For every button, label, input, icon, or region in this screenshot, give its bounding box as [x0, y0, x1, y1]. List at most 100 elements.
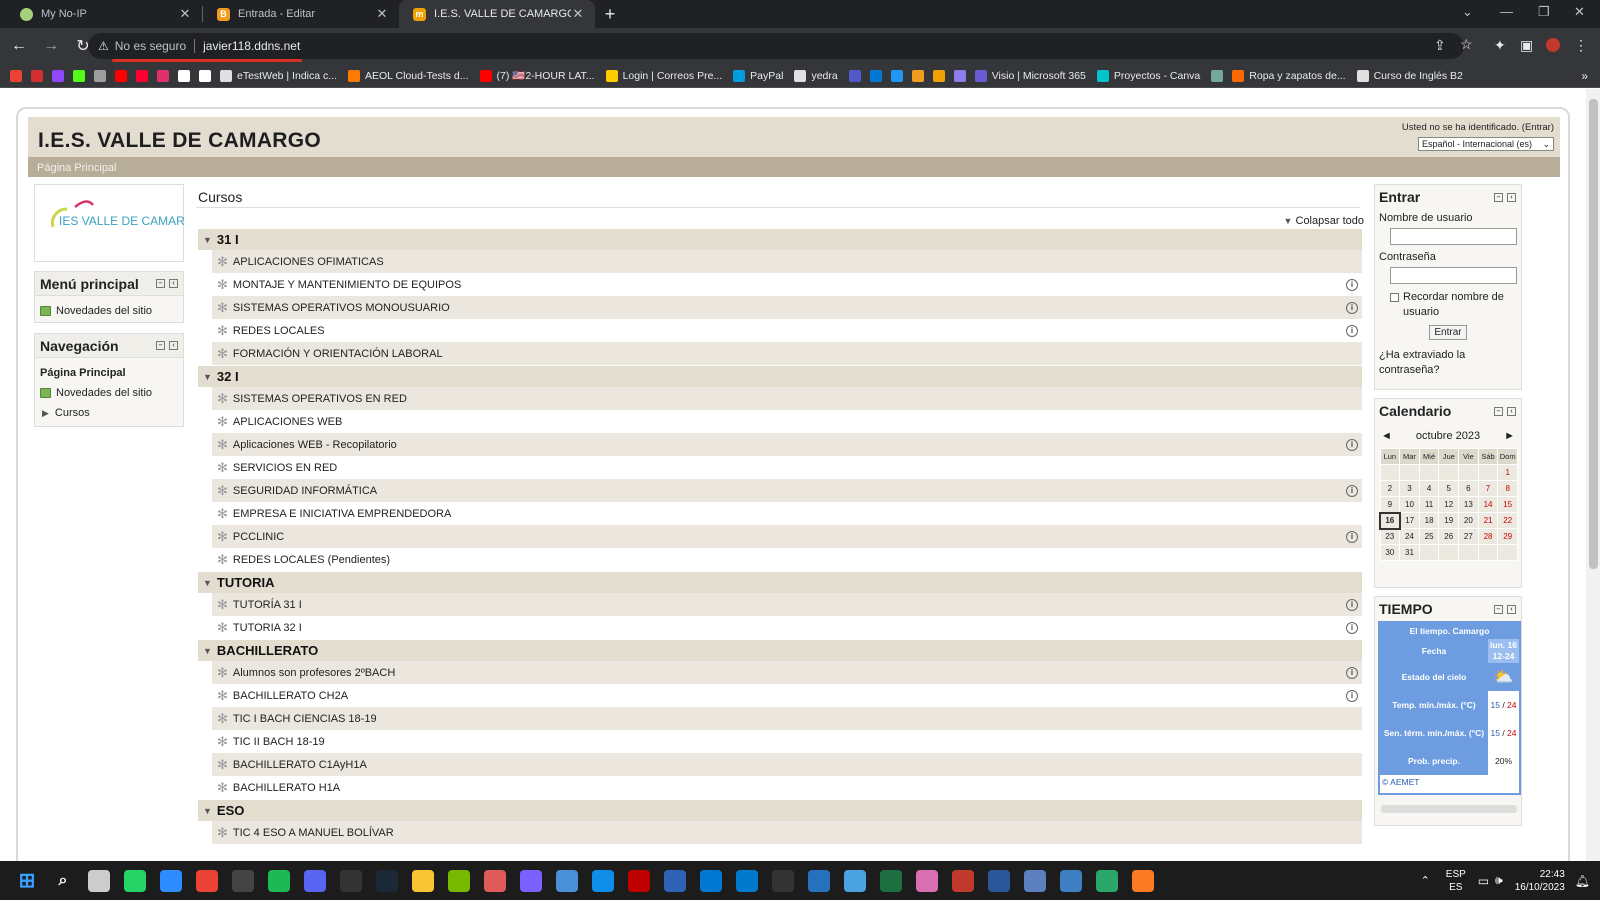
menu-item-site-news[interactable]: Novedades del sitio [40, 301, 178, 321]
course-info-icon[interactable]: i [1346, 530, 1358, 543]
course-name[interactable]: FORMACIÓN Y ORIENTACIÓN LABORAL [233, 348, 443, 360]
calendar-day[interactable]: 1 [1497, 464, 1518, 481]
new-tab-button[interactable]: + [595, 4, 625, 25]
category-header[interactable]: ▼ 32 I [198, 365, 1362, 387]
calendar-day[interactable]: 2 [1379, 480, 1401, 497]
browser-menu-icon[interactable]: ⋮ [1574, 37, 1588, 54]
breadcrumb-home[interactable]: Página Principal [37, 162, 117, 174]
category-header[interactable]: ▼ ESO [198, 799, 1362, 821]
calendar-day[interactable]: 11 [1418, 496, 1440, 513]
calendar-day[interactable]: 14 [1477, 496, 1499, 513]
remote-desktop-icon[interactable] [844, 869, 866, 892]
login-submit-button[interactable]: Entrar [1429, 325, 1467, 340]
course-name[interactable]: SEGURIDAD INFORMÁTICA [233, 485, 377, 497]
hide-block-icon[interactable]: ‹ [1507, 192, 1516, 202]
bookmarks-overflow-icon[interactable]: » [1581, 69, 1588, 83]
course-name[interactable]: BACHILLERATO C1AyH1A [233, 759, 367, 771]
site-title[interactable]: I.E.S. VALLE DE CAMARGO [38, 129, 321, 153]
course-row[interactable]: ✻ Aplicaciones WEB - Recopilatorio i [212, 433, 1362, 456]
course-row[interactable]: ✻ SISTEMAS OPERATIVOS EN RED [212, 387, 1362, 410]
hide-block-icon[interactable]: ‹ [169, 279, 178, 288]
nav-item-home[interactable]: Página Principal [40, 363, 178, 383]
course-info-icon[interactable]: i [1346, 666, 1358, 679]
steam-icon[interactable] [376, 869, 398, 892]
filezilla-icon[interactable] [628, 869, 650, 892]
input-language[interactable]: ESP ES [1446, 868, 1466, 894]
course-row[interactable]: ✻ APLICACIONES OFIMATICAS [212, 250, 1362, 273]
weather-horizontal-scrollbar[interactable] [1381, 805, 1517, 813]
course-info-icon[interactable]: i [1346, 598, 1358, 611]
calendar-day[interactable]: 24 [1399, 528, 1420, 545]
category-header[interactable]: ▼ 31 I [198, 228, 1362, 250]
bookmark-item[interactable] [890, 69, 903, 82]
bookmark-item[interactable] [848, 69, 861, 82]
course-info-icon[interactable]: i [1346, 278, 1358, 291]
bookmark-item[interactable]: PayPal [733, 69, 783, 82]
calendar-next-month[interactable]: ► [1504, 430, 1515, 442]
course-name[interactable]: PCCLINIC [233, 531, 284, 543]
dock-icon[interactable]: – [156, 279, 165, 288]
remember-checkbox[interactable] [1390, 293, 1399, 302]
course-info-icon[interactable]: i [1346, 324, 1358, 337]
weather-widget[interactable]: El tiempo. Camargo Fecha lun. 16 12-24 Es… [1378, 621, 1521, 795]
bookmark-item[interactable]: Proyectos - Canva [1096, 69, 1200, 82]
course-row[interactable]: ✻ REDES LOCALES i [212, 319, 1362, 342]
calendar-day[interactable]: 7 [1477, 480, 1499, 497]
bookmark-item[interactable] [94, 69, 106, 82]
course-row[interactable]: ✻ SERVICIOS EN RED [212, 456, 1362, 479]
calendar-day[interactable]: 4 [1418, 480, 1440, 497]
epic-games-icon[interactable] [340, 869, 362, 892]
calendar-day[interactable]: 19 [1438, 512, 1460, 529]
clock[interactable]: 22:43 16/10/2023 [1515, 868, 1565, 894]
course-row[interactable]: ✻ BACHILLERATO C1AyH1A [212, 753, 1362, 776]
course-row[interactable]: ✻ TIC II BACH 18-19 [212, 730, 1362, 753]
nvidia-icon[interactable] [448, 869, 470, 892]
calendar-day[interactable]: 12 [1438, 496, 1460, 513]
calendar-day[interactable]: 13 [1458, 496, 1479, 513]
packet-tracer-icon[interactable] [1096, 869, 1118, 892]
powershell-icon[interactable] [808, 869, 830, 892]
bookmark-item[interactable] [136, 69, 148, 82]
course-row[interactable]: ✻ TUTORIA 32 I i [212, 616, 1362, 639]
search-icon[interactable]: ⌕ [52, 869, 74, 892]
bookmark-item[interactable]: Login | Correos Pre... [605, 69, 722, 82]
course-name[interactable]: TIC II BACH 18-19 [233, 736, 325, 748]
extensions-icon[interactable]: ✦ [1494, 37, 1506, 54]
whatsapp-icon[interactable] [124, 869, 146, 892]
snipping-tool-icon[interactable] [484, 869, 506, 892]
course-row[interactable]: ✻ FORMACIÓN Y ORIENTACIÓN LABORAL [212, 342, 1362, 365]
course-info-icon[interactable]: i [1346, 621, 1358, 634]
bookmark-item[interactable]: Ropa y zapatos de... [1232, 69, 1346, 82]
chrome-icon[interactable] [196, 869, 218, 892]
collapse-all-link[interactable]: ▼ Colapsar todo [1284, 215, 1364, 227]
calendar-day[interactable]: 28 [1477, 528, 1499, 545]
course-info-icon[interactable]: i [1346, 689, 1358, 702]
vscode-icon[interactable] [736, 869, 758, 892]
calendar-day[interactable]: 31 [1399, 544, 1420, 561]
notifications-icon[interactable]: 🔔︎ [1575, 874, 1590, 888]
course-name[interactable]: MONTAJE Y MANTENIMIENTO DE EQUIPOS [233, 279, 461, 291]
url-text[interactable]: javier118.ddns.net [203, 39, 300, 53]
store-icon[interactable] [700, 869, 722, 892]
calendar-prev-month[interactable]: ◄ [1381, 430, 1392, 442]
dock-icon[interactable]: – [156, 341, 165, 350]
back-icon[interactable]: ← [6, 37, 32, 55]
dock-icon[interactable]: – [1494, 192, 1503, 202]
windows-start-icon[interactable]: ⊞ [16, 870, 38, 892]
category-header[interactable]: ▼ TUTORIA [198, 571, 1362, 593]
virtualbox-icon[interactable] [664, 869, 686, 892]
clipchamp-icon[interactable] [520, 869, 542, 892]
course-row[interactable]: ✻ SEGURIDAD INFORMÁTICA i [212, 479, 1362, 502]
access-icon[interactable] [952, 869, 974, 892]
word-icon[interactable] [988, 869, 1010, 892]
course-name[interactable]: TIC I BACH CIENCIAS 18-19 [233, 713, 377, 725]
course-row[interactable]: ✻ PCCLINIC i [212, 525, 1362, 548]
bookmark-item[interactable]: eTestWeb | Indica c... [220, 69, 337, 82]
bookmark-item[interactable]: Curso de Inglés B2 [1356, 69, 1463, 82]
course-name[interactable]: BACHILLERATO CH2A [233, 690, 348, 702]
tab-ies-valle-de-camargo[interactable]: m I.E.S. VALLE DE CAMARGO ✕ [399, 0, 595, 28]
tab-no-ip[interactable]: My No-IP ✕ [6, 0, 202, 28]
course-row[interactable]: ✻ MONTAJE Y MANTENIMIENTO DE EQUIPOS i [212, 273, 1362, 296]
address-bar[interactable]: ⚠ No es seguro javier118.ddns.net [88, 33, 1464, 59]
course-info-icon[interactable]: i [1346, 301, 1358, 314]
